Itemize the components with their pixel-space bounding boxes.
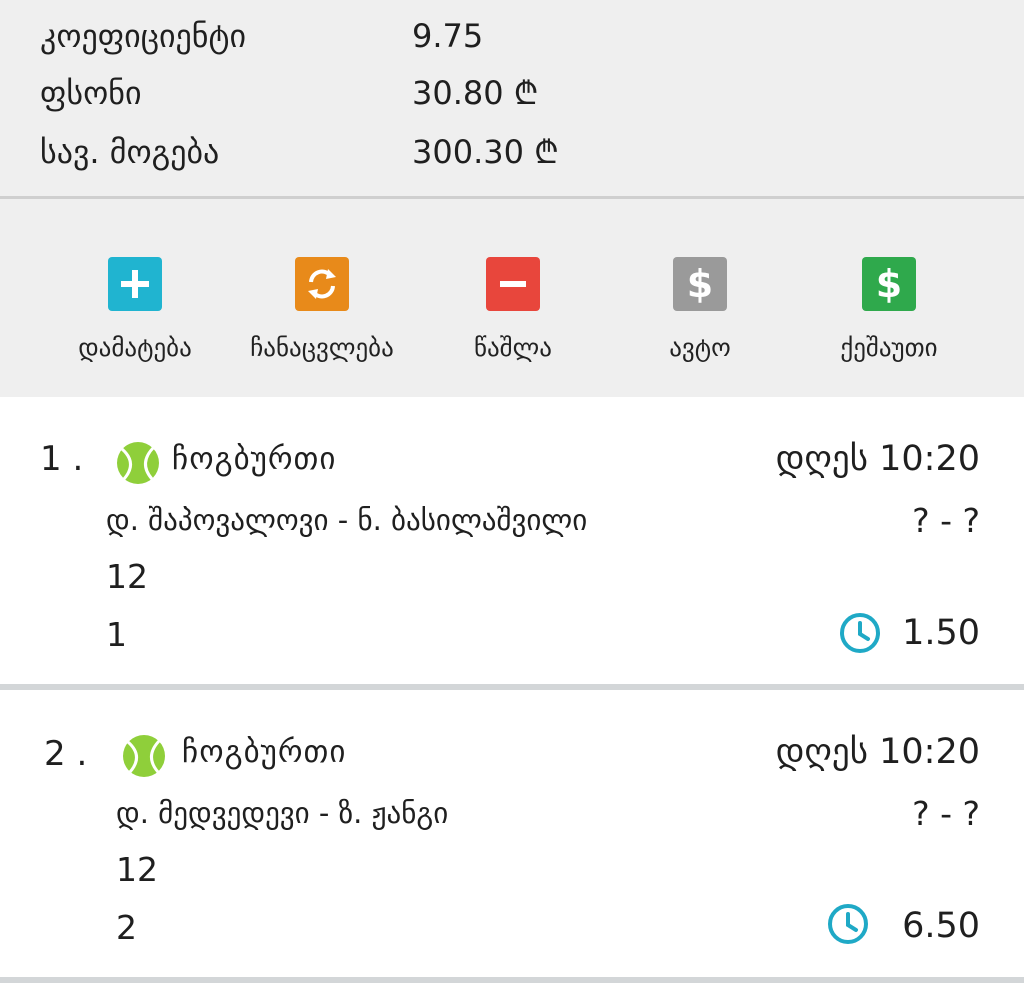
add-button[interactable]: დამატება xyxy=(45,257,225,362)
replace-label: ჩანაცვლება xyxy=(250,333,394,362)
dollar-icon: $ xyxy=(673,257,727,311)
tennis-ball-icon xyxy=(123,735,165,777)
odd-value: 1.50 xyxy=(902,613,980,653)
cashout-button[interactable]: $ ქეშაუთი xyxy=(799,257,979,362)
divider xyxy=(0,977,1024,983)
delete-label: წაშლა xyxy=(474,333,552,362)
event-time: დღეს 10:20 xyxy=(775,439,980,479)
event-time: დღეს 10:20 xyxy=(775,732,980,772)
teams: დ. შაპოვალოვი - ნ. ბასილაშვილი xyxy=(106,503,588,537)
bet-summary: კოეფიციენტი 9.75 ფსონი 30.80 ₾ სავ. მოგება… xyxy=(0,0,1024,196)
teams: დ. მედვედევი - ზ. ჟანგი xyxy=(116,796,449,830)
plus-icon xyxy=(108,257,162,311)
pick: 1 xyxy=(106,615,127,654)
coefficient-value: 9.75 xyxy=(412,17,484,55)
market: 12 xyxy=(116,850,158,889)
delete-button[interactable]: წაშლა xyxy=(423,257,603,362)
stake-value: 30.80 ₾ xyxy=(412,74,539,112)
score: ? - ? xyxy=(912,501,980,540)
auto-button[interactable]: $ ავტო xyxy=(610,257,790,362)
event-card[interactable]: 2 . ჩოგბურთი დღეს 10:20 დ. მედვედევი - ზ… xyxy=(0,690,1024,977)
auto-label: ავტო xyxy=(669,333,731,362)
coefficient-label: კოეფიციენტი xyxy=(40,17,247,55)
possible-win-row: სავ. მოგება 300.30 ₾ xyxy=(40,132,559,172)
market: 12 xyxy=(106,557,148,596)
event-list: 1 . ჩოგბურთი დღეს 10:20 დ. შაპოვალოვი - … xyxy=(0,397,1024,983)
possible-win-label: სავ. მოგება xyxy=(40,133,220,171)
event-number: 2 . xyxy=(44,734,88,774)
replace-button[interactable]: ჩანაცვლება xyxy=(232,257,412,362)
possible-win-value: 300.30 ₾ xyxy=(412,133,559,171)
event-number: 1 . xyxy=(40,439,84,479)
score: ? - ? xyxy=(912,794,980,833)
odd-value: 6.50 xyxy=(902,906,980,946)
sport-name: ჩოგბურთი xyxy=(172,441,337,477)
stake-label: ფსონი xyxy=(40,74,142,112)
minus-icon xyxy=(486,257,540,311)
clock-icon xyxy=(828,904,868,944)
tennis-ball-icon xyxy=(117,442,159,484)
action-bar: დამატება ჩანაცვლება წაშლა $ ავტო $ ქეშაუ… xyxy=(0,199,1024,397)
add-label: დამატება xyxy=(78,333,192,362)
event-card[interactable]: 1 . ჩოგბურთი დღეს 10:20 დ. შაპოვალოვი - … xyxy=(0,397,1024,684)
dollar-icon: $ xyxy=(862,257,916,311)
refresh-icon xyxy=(295,257,349,311)
pick: 2 xyxy=(116,908,137,947)
coefficient-row: კოეფიციენტი 9.75 xyxy=(40,16,483,56)
clock-icon xyxy=(840,613,880,653)
stake-row: ფსონი 30.80 ₾ xyxy=(40,73,538,113)
cashout-label: ქეშაუთი xyxy=(840,333,938,362)
sport-name: ჩოგბურთი xyxy=(182,734,347,770)
